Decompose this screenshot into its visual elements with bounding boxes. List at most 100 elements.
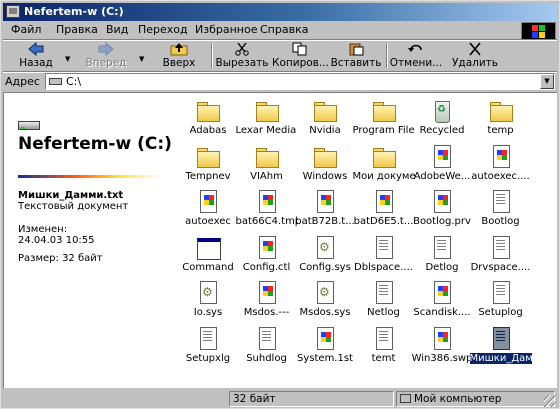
windows-file-icon (255, 235, 279, 261)
file-item[interactable]: Setupxlg (177, 326, 239, 370)
file-item[interactable]: Nvidia (294, 98, 356, 142)
file-item[interactable]: Netlog (353, 280, 415, 324)
menu-help[interactable]: Справка (260, 23, 308, 36)
menu-go[interactable]: Переход (138, 23, 188, 36)
file-name: Bootlog (481, 216, 520, 227)
folder-icon (255, 144, 279, 170)
file-item[interactable]: Lexar Media USB Famil... (236, 98, 298, 142)
file-item[interactable]: Bootlog.prv (411, 189, 473, 233)
status-location-text: Мой компьютер (414, 393, 502, 405)
windows-file-icon (430, 326, 454, 352)
file-item[interactable]: Recycled (411, 98, 473, 142)
back-dropdown-icon[interactable]: ▼ (65, 55, 70, 63)
file-name: bat66C4.tmp (235, 216, 298, 227)
recycle-bin-icon (430, 98, 454, 124)
menu-edit[interactable]: Правка (56, 23, 98, 36)
system-file-icon (313, 235, 337, 261)
file-item[interactable]: batD6E5.t... (353, 189, 415, 233)
file-item[interactable]: batB72B.t... (294, 189, 356, 233)
file-item[interactable]: Detlog (411, 235, 473, 279)
file-item[interactable]: temp (470, 98, 532, 142)
file-item[interactable]: Bootlog (470, 189, 532, 233)
file-item[interactable]: temt (353, 326, 415, 370)
file-item[interactable]: Windows (294, 144, 356, 188)
webview-panel: Nefertem-w (C:) Мишки_Дамми.txt Текстовы… (4, 93, 174, 388)
file-item[interactable]: autoexec (177, 189, 239, 233)
windows-file-icon (430, 280, 454, 306)
file-item[interactable]: AdobeWe... (411, 144, 473, 188)
forward-dropdown-icon[interactable]: ▼ (139, 55, 144, 63)
file-name: Config.sys (299, 261, 351, 273)
file-item[interactable]: Tempnev (177, 144, 239, 188)
ms-dos-program-icon (196, 235, 221, 261)
windows-file-icon (430, 189, 454, 215)
file-name: Command (182, 261, 234, 273)
file-name: Windows (302, 170, 348, 182)
hard-drive-icon (18, 121, 40, 130)
address-dropdown-button[interactable]: ▼ (540, 74, 554, 89)
file-size: Размер: 32 байт (18, 253, 103, 264)
menu-view[interactable]: Вид (106, 23, 128, 36)
file-item[interactable]: Setuplog (470, 280, 532, 324)
file-item[interactable]: autoexec.... (470, 144, 532, 188)
text-file-icon (372, 280, 396, 306)
copy-label: Копиров... (272, 57, 328, 69)
standard-toolbar: Назад ▼ Вперед ▼ Вверх Вырезать Копиров.… (3, 41, 557, 70)
file-item[interactable]: Win386.swp (411, 326, 473, 370)
file-item[interactable]: Io.sys (177, 280, 239, 324)
back-button[interactable]: Назад (9, 41, 63, 70)
file-item[interactable]: Adabas (177, 98, 239, 142)
webview-divider (18, 175, 162, 178)
undo-button[interactable]: Отмени... (389, 41, 443, 70)
delete-label: Удалить (452, 57, 498, 69)
delete-x-icon (469, 42, 481, 56)
window-icon[interactable] (6, 5, 20, 18)
file-item[interactable]: System.1st (294, 326, 356, 370)
address-label: Адрес (5, 75, 40, 88)
text-file-icon (372, 326, 396, 352)
file-item[interactable]: Dblspace.... (353, 235, 415, 279)
file-item[interactable]: Config.ctl (236, 235, 298, 279)
copy-button[interactable]: Копиров... (272, 41, 328, 70)
up-folder-icon (170, 43, 188, 56)
paste-button[interactable]: Вставить (328, 41, 384, 70)
windows-file-icon (489, 144, 513, 170)
file-item[interactable]: bat66C4.tmp (236, 189, 298, 233)
cut-button[interactable]: Вырезать (214, 41, 270, 70)
address-value[interactable]: C:\ (66, 75, 81, 88)
file-item[interactable]: VIAhm (236, 144, 298, 188)
file-item[interactable]: Program Files (353, 98, 415, 142)
file-item[interactable]: Command (177, 235, 239, 279)
file-name: Adabas (189, 125, 227, 136)
file-item[interactable]: Мои докумен... (353, 144, 415, 188)
undo-arrow-icon (408, 44, 422, 52)
folder-content[interactable]: Nefertem-w (C:) Мишки_Дамми.txt Текстовы… (3, 92, 557, 388)
file-item[interactable]: Msdos.sys (294, 280, 356, 324)
file-item[interactable]: Msdos.--- (236, 280, 298, 324)
folder-icon (196, 98, 220, 124)
resize-grip[interactable] (544, 395, 556, 407)
status-size: 32 байт (229, 391, 394, 407)
windows-file-icon (372, 189, 396, 215)
delete-button[interactable]: Удалить (447, 41, 503, 70)
title-bar[interactable]: Nefertem-w (C:) (3, 3, 557, 21)
up-button[interactable]: Вверх (151, 41, 207, 70)
back-arrow-icon (28, 42, 44, 56)
system-file-icon (313, 280, 337, 306)
file-item[interactable]: Suhdlog (236, 326, 298, 370)
file-item[interactable]: Config.sys (294, 235, 356, 279)
menu-favorites[interactable]: Избранное (195, 23, 257, 36)
forward-button[interactable]: Вперед (77, 41, 135, 70)
address-field[interactable]: C:\ ▼ (45, 73, 555, 90)
file-item[interactable]: Drvspace.... (470, 235, 532, 279)
undo-label: Отмени... (389, 57, 443, 69)
menu-file[interactable]: Файл (11, 23, 41, 36)
windows-file-icon (196, 189, 220, 215)
paste-label: Вставить (330, 57, 382, 69)
file-name: Lexar Media USB Famil... (235, 125, 298, 136)
file-item[interactable]: Scandisk.... (411, 280, 473, 324)
file-name: Win386.swp (411, 352, 473, 364)
file-item[interactable]: Мишки_Дамми (469, 326, 532, 370)
text-file-icon (196, 326, 220, 352)
windows-file-icon (255, 280, 279, 306)
